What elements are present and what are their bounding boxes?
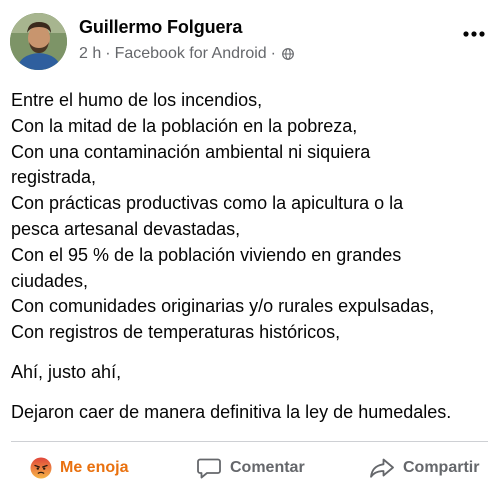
comment-button[interactable]: Comentar: [196, 446, 305, 490]
post-header: Guillermo Folguera 2 h · Facebook for An…: [10, 12, 490, 70]
post-paragraph: Ahí, justo ahí,: [11, 361, 122, 382]
meta-separator: ·: [270, 45, 276, 62]
share-label: Compartir: [403, 459, 480, 476]
post-line: Con registros de temperaturas históricos…: [11, 322, 341, 343]
post-paragraph: Dejaron caer de manera definitiva la ley…: [11, 401, 452, 422]
comment-bubble-icon: [197, 458, 221, 479]
share-arrow-icon: [370, 458, 394, 478]
share-button[interactable]: Compartir: [369, 446, 479, 490]
post-line: Con el 95 % de la población viviendo en …: [11, 244, 402, 265]
post-line: Con una contaminación ambiental ni siqui…: [11, 141, 371, 162]
meta-separator: ·: [105, 45, 111, 62]
globe-icon: [282, 48, 294, 60]
more-options-icon: [463, 31, 485, 37]
actions-divider: [11, 441, 488, 442]
post-time[interactable]: 2 h: [79, 45, 101, 63]
post-actions: Me enoja Comentar Compartir: [0, 446, 499, 490]
more-options-button[interactable]: [460, 24, 488, 44]
post-source: Facebook for Android: [114, 45, 267, 62]
user-photo: [10, 13, 67, 70]
avatar[interactable]: [10, 13, 67, 70]
post-line: Con prácticas productivas como la apicul…: [11, 193, 404, 214]
author-name[interactable]: Guillermo Folguera: [79, 17, 242, 38]
post-line: Con comunidades originarias y/o rurales …: [11, 296, 435, 317]
post-line: Entre el humo de los incendios,: [11, 90, 263, 110]
post-line: registrada,: [11, 167, 97, 188]
react-label: Me enoja: [60, 459, 129, 476]
angry-emoji-icon: [30, 457, 52, 479]
post-line: ciudades,: [11, 270, 89, 291]
post-line: Con la mitad de la población en la pobre…: [11, 115, 358, 136]
post-line: pesca artesanal devastadas,: [11, 218, 241, 239]
comment-label: Comentar: [230, 459, 305, 476]
post-meta: 2 h · Facebook for Android ·: [79, 45, 294, 63]
post-body: Entre el humo de los incendios, Con la m…: [11, 88, 495, 426]
react-button[interactable]: Me enoja: [30, 446, 128, 490]
